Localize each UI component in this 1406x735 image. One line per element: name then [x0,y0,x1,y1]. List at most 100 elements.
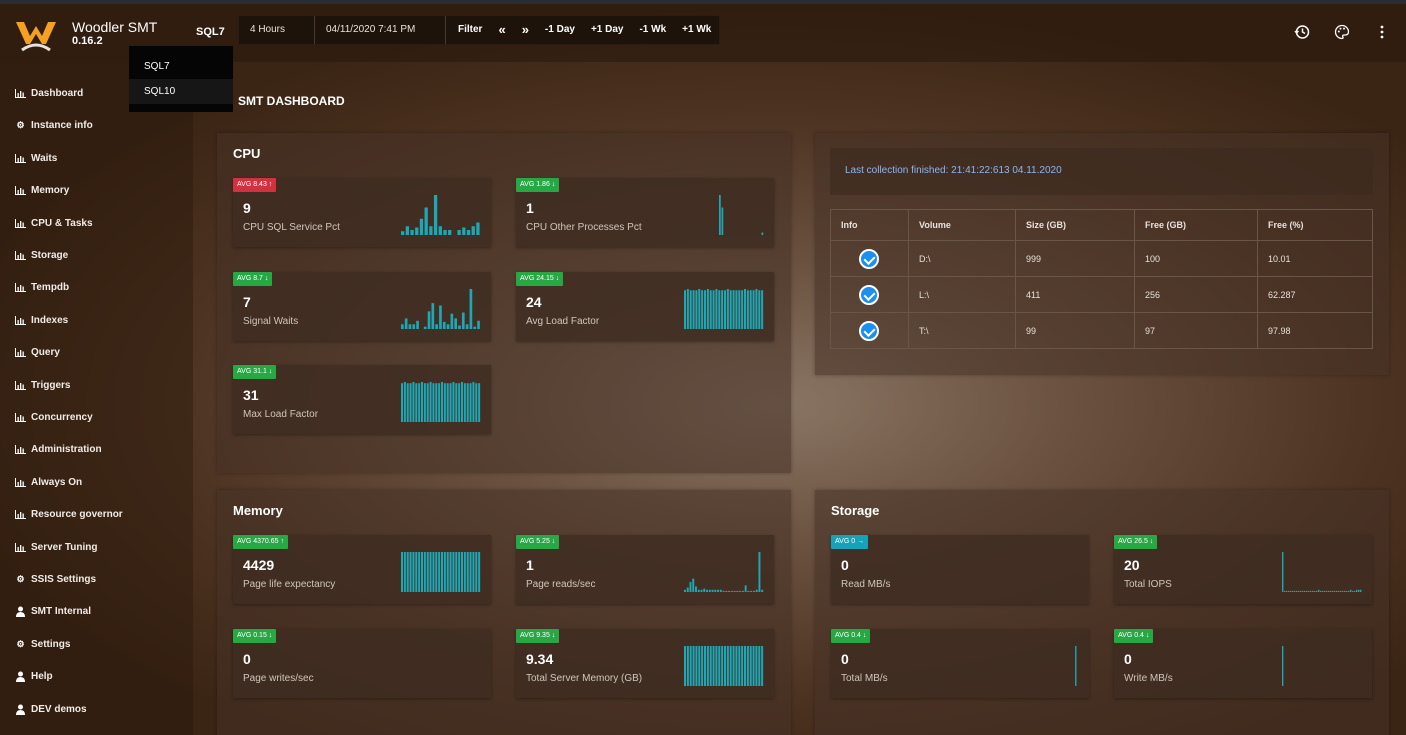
metric-card-page-reads-sec[interactable]: AVG 5.25 ↓ 1 Page reads/sec [516,535,774,604]
sidebar-item-ssis-settings[interactable]: ⚙ SSIS Settings [15,574,96,585]
spark-bar [418,383,421,422]
sidebar-item-memory[interactable]: Memory [15,185,69,196]
sidebar-item-dev-demos[interactable]: DEV demos [15,704,87,715]
filter-button[interactable]: Filter [446,16,490,44]
sidebar-item-smt-internal[interactable]: SMT Internal [15,606,91,618]
metric-card-cpu-sql-service-pct[interactable]: AVG 8.43 ↑ 9 CPU SQL Service Pct [233,178,491,247]
spark-bar [452,552,455,592]
sidebar-item-storage[interactable]: Storage [15,250,68,261]
metric-card-max-load-factor[interactable]: AVG 31.1 ↓ 31 Max Load Factor [233,365,491,434]
spark-bar [715,289,718,329]
sidebar-item-query[interactable]: Query [15,347,60,358]
next-button[interactable]: » [514,16,537,44]
table-row: T:\ 99 97 97.98 [830,312,1373,349]
plus-week-button[interactable]: +1 Wk [674,16,719,44]
sidebar-item-instance-info[interactable]: ⚙ Instance info [15,120,92,131]
spark-bar [1292,590,1294,592]
spark-bar [472,552,475,592]
sparkline-chart [1282,552,1362,592]
spark-bar [746,290,749,329]
metric-card-avg-load-factor[interactable]: AVG 24.15 ↓ 24 Avg Load Factor [516,272,774,341]
check-circle-icon[interactable] [859,248,879,269]
metric-card-signal-waits[interactable]: AVG 8.7 ↓ 7 Signal Waits [233,272,491,341]
spark-bar [446,552,449,592]
spark-bar [475,383,478,422]
spark-bar [458,325,461,329]
sidebar-item-waits[interactable]: Waits [15,153,57,164]
spark-bar [686,646,689,686]
check-circle-icon[interactable] [859,284,879,305]
spark-bar [452,382,455,422]
spark-bar [730,590,733,592]
spark-bar [1352,590,1354,592]
spark-bar [1358,589,1360,592]
range-field[interactable]: 4 Hours [239,16,315,44]
sidebar-item-triggers[interactable]: Triggers [15,380,70,391]
info-cell [830,240,909,277]
trend-down-icon: ↓ [268,632,273,639]
spark-bar [741,290,744,329]
history-icon[interactable] [1294,24,1310,40]
volume-cell: D:\ [908,240,1016,277]
sidebar-item-indexes[interactable]: Indexes [15,315,68,326]
check-circle-icon[interactable] [859,320,879,341]
metric-card-write-mb-s[interactable]: AVG 0.4 ↓ 0 Write MB/s [1114,629,1372,698]
col-info: Info [830,209,909,241]
spark-bar [735,646,738,686]
spark-bar [741,590,744,592]
spark-bar [473,326,477,329]
metric-card-page-writes-sec[interactable]: AVG 0.15 ↓ 0 Page writes/sec [233,629,491,698]
sidebar-item-settings[interactable]: ⚙ Settings [15,639,70,650]
avg-badge: AVG 31.1 ↓ [233,365,277,379]
spark-bar [416,320,419,329]
spark-bar [455,383,458,422]
spark-bar [715,646,718,686]
minus-week-button[interactable]: -1 Wk [631,16,674,44]
sidebar-item-dashboard[interactable]: Dashboard [15,88,83,99]
avg-badge: AVG 0.4 ↓ [831,629,871,643]
dropdown-option-sql10[interactable]: SQL10 [129,79,233,104]
server-selector[interactable]: SQL7 [196,26,225,38]
spark-bar [1320,590,1322,592]
spark-bar [721,646,724,686]
metric-card-total-iops[interactable]: AVG 26.5 ↓ 20 Total IOPS [1114,535,1372,604]
sidebar-item-tempdb[interactable]: Tempdb [15,282,69,293]
spark-bar [441,382,443,422]
sparkline-chart [684,646,764,686]
sidebar-item-concurrency[interactable]: Concurrency [15,412,93,423]
spark-bar [408,324,412,329]
spark-bar [454,318,457,329]
sidebar-item-administration[interactable]: Administration [15,444,102,455]
spark-bar [712,290,715,329]
spark-bar [684,589,686,592]
metric-card-total-mb-s[interactable]: AVG 0.4 ↓ 0 Total MB/s [831,629,1089,698]
spark-bar [458,383,461,422]
sidebar-item-help[interactable]: Help [15,671,53,683]
plus-day-button[interactable]: +1 Day [583,16,632,44]
avg-badge-text: AVG 0.15 [237,632,267,639]
metric-card-cpu-other-processes-pct[interactable]: AVG 1.86 ↓ 1 CPU Other Processes Pct [516,178,774,247]
metric-card-page-life-expectancy[interactable]: AVG 4370.65 ↑ 4429 Page life expectancy [233,535,491,604]
sidebar-item-server-tuning[interactable]: Server Tuning [15,542,98,553]
prev-button[interactable]: « [490,16,513,44]
sidebar-item-label: Server Tuning [31,541,98,553]
datetime-field[interactable]: 04/11/2020 7:41 PM [315,16,446,44]
palette-icon[interactable] [1334,24,1350,40]
sidebar-item-resource-governor[interactable]: Resource governor [15,509,123,520]
avg-badge-text: AVG 4370.65 [237,538,279,545]
minus-day-button[interactable]: -1 Day [537,16,583,44]
sidebar-item-always-on[interactable]: Always On [15,477,82,488]
metric-card-read-mb-s[interactable]: AVG 0 → 0 Read MB/s [831,535,1089,604]
size-cell: 411 [1015,276,1135,313]
chart-icon [15,477,26,487]
trend-down-icon: ↓ [264,275,269,282]
more-vert-icon[interactable] [1374,24,1390,40]
dropdown-option-sql7[interactable]: SQL7 [129,54,233,79]
col-free-pct: Free (%) [1257,209,1373,241]
spark-bar [1348,590,1350,592]
metric-label: CPU SQL Service Pct [243,222,340,233]
sidebar-item-cpu-tasks[interactable]: CPU & Tasks [15,218,93,229]
metric-card-total-server-memory-gb[interactable]: AVG 9.35 ↓ 9.34 Total Server Memory (GB) [516,629,774,698]
spark-bar [706,589,708,592]
spark-bar [450,313,454,329]
